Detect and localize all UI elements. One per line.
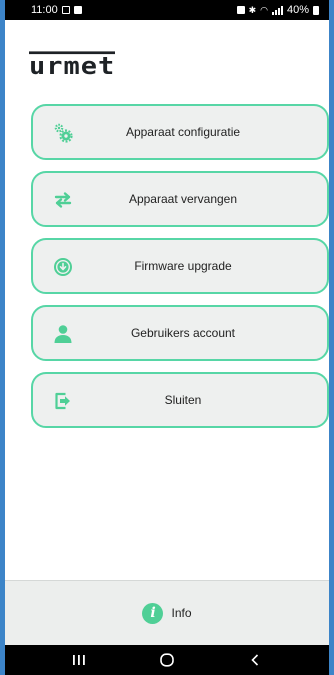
urmet-logo: urmet (29, 51, 116, 81)
battery-icon (313, 5, 319, 15)
main-menu: Apparaat configuratie Apparaat vervangen… (31, 104, 329, 439)
home-button[interactable] (155, 652, 179, 668)
recent-apps-icon (73, 655, 85, 665)
back-button[interactable] (243, 652, 267, 668)
status-left: 11:00 (31, 4, 82, 16)
notification-icon (61, 6, 70, 14)
user-account-label: Gebruikers account (130, 326, 236, 340)
device-configuration-button[interactable]: Apparaat configuratie (31, 104, 329, 160)
phone-frame: 11:00 ✱ ◠ 40% urmet Apparaat configurati… (0, 0, 334, 675)
back-icon (251, 654, 259, 666)
wifi-icon: ◠ (260, 4, 268, 15)
info-icon: i (142, 602, 164, 624)
status-right: ✱ ◠ 40% (236, 4, 319, 16)
user-icon (53, 324, 73, 344)
gears-icon (53, 123, 73, 143)
firmware-upgrade-button[interactable]: Firmware upgrade (31, 238, 329, 294)
exit-icon (53, 391, 73, 411)
close-label: Sluiten (164, 393, 202, 407)
status-bar: 11:00 ✱ ◠ 40% (5, 0, 329, 20)
alarm-icon (236, 6, 245, 14)
device-replace-button[interactable]: Apparaat vervangen (31, 171, 329, 227)
swap-arrows-icon (53, 190, 73, 210)
battery-percent: 40% (286, 4, 309, 16)
info-button[interactable]: i Info (5, 581, 329, 645)
download-circle-icon (53, 257, 73, 277)
device-configuration-label: Apparaat configuratie (125, 125, 241, 139)
system-nav-bar (5, 645, 329, 675)
recent-apps-button[interactable] (67, 652, 91, 668)
firmware-upgrade-label: Firmware upgrade (134, 259, 232, 273)
close-button[interactable]: Sluiten (31, 372, 329, 428)
signal-icon (271, 5, 283, 15)
gallery-icon (73, 6, 82, 14)
info-label: Info (171, 606, 192, 620)
user-account-button[interactable]: Gebruikers account (31, 305, 329, 361)
status-time: 11:00 (31, 4, 58, 16)
home-icon (160, 653, 174, 667)
bluetooth-icon: ✱ (248, 4, 257, 15)
device-replace-label: Apparaat vervangen (128, 192, 238, 206)
